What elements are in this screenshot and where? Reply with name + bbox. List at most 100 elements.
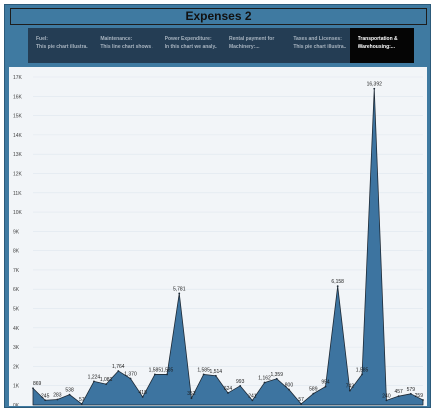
y-tick-label: 4K	[13, 326, 20, 332]
data-label: 6,158	[331, 279, 344, 285]
tab-fuel-title: Fuel:	[36, 36, 48, 42]
data-point[interactable]	[397, 395, 400, 398]
data-label: 240	[382, 393, 391, 399]
tab-taxes-title: Taxes and Licenses:	[293, 36, 342, 42]
y-tick-label: 13K	[13, 152, 23, 158]
data-point[interactable]	[288, 388, 290, 391]
data-point[interactable]	[422, 399, 424, 401]
data-point[interactable]	[80, 403, 83, 405]
y-tick-label: 11K	[13, 191, 22, 197]
data-label: 1,585	[197, 367, 210, 373]
data-label: 241	[248, 393, 257, 399]
data-point[interactable]	[32, 387, 34, 390]
data-label: 800	[285, 383, 294, 389]
data-point[interactable]	[44, 399, 47, 402]
tab-power-caption: In this chart we analy...	[164, 44, 217, 50]
dashboard-frame: Expenses 2 Fuel: This pie chart illustra…	[4, 4, 431, 408]
tab-transport-title: Transportation &	[357, 36, 398, 42]
data-label: 57	[298, 397, 304, 403]
y-tick-label: 9K	[13, 229, 20, 235]
data-label: 624	[224, 386, 233, 392]
tab-maintenance-title: Maintenance:	[100, 36, 133, 42]
data-point[interactable]	[105, 383, 108, 386]
data-label: 993	[236, 379, 245, 385]
y-tick-label: 17K	[13, 75, 23, 81]
tab-rental-title: Rental payment for	[228, 36, 275, 42]
data-point[interactable]	[300, 403, 303, 405]
data-point[interactable]	[251, 399, 254, 402]
tab-fuel-caption: This pie chart illustra...	[36, 44, 89, 50]
data-label: 1,359	[270, 372, 283, 378]
data-label: 1,514	[210, 369, 223, 375]
data-point[interactable]	[190, 397, 193, 400]
data-label: 869	[33, 381, 42, 387]
tab-maintenance[interactable]: Maintenance: This line chart shows ...	[92, 28, 156, 63]
data-label: 1,585	[161, 367, 174, 373]
data-label: 1,764	[112, 364, 125, 370]
data-label: 283	[53, 393, 62, 399]
data-point[interactable]	[409, 392, 412, 395]
data-label: 259	[415, 393, 424, 399]
y-tick-label: 12K	[13, 171, 23, 177]
story-tab-strip: Fuel: This pie chart illustra... Mainten…	[28, 28, 414, 63]
data-point[interactable]	[312, 392, 315, 395]
data-label: 589	[309, 387, 318, 393]
data-point[interactable]	[373, 87, 376, 90]
y-tick-label: 1K	[13, 384, 20, 390]
data-point[interactable]	[324, 385, 327, 388]
data-point[interactable]	[93, 380, 95, 383]
data-point[interactable]	[263, 381, 266, 384]
y-tick-label: 5K	[13, 307, 20, 313]
data-label: 352	[187, 391, 196, 397]
data-label: 1,585	[149, 367, 162, 373]
tab-fuel[interactable]: Fuel: This pie chart illustra...	[28, 28, 92, 63]
data-point[interactable]	[227, 392, 229, 394]
tab-power-expenditure[interactable]: Power Expenditure: In this chart we anal…	[157, 28, 221, 63]
tab-transportation-warehousing[interactable]: Transportation & Warehousing:...	[349, 28, 414, 63]
y-axis: 0K 1K 2K 3K 4K 5K 6K 7K 8K 9K 10K 11K 12K 13K 14K 15K 16…	[13, 75, 23, 406]
tab-rental-payment[interactable]: Rental payment for Machinery:...	[221, 28, 285, 63]
data-label: 1,162	[258, 376, 271, 382]
data-point[interactable]	[178, 292, 181, 295]
data-point[interactable]	[214, 374, 217, 377]
y-tick-label: 0K	[13, 403, 20, 406]
area-chart: 0K 1K 2K 3K 4K 5K 6K 7K 8K 9K 10K 11K 12K 13K 14K 15K 16…	[13, 75, 424, 406]
chart-panel: 0K 1K 2K 3K 4K 5K 6K 7K 8K 9K 10K 11K 12K 13K 14K 15K 16…	[9, 67, 427, 406]
data-label: 1,081	[100, 377, 113, 383]
data-point[interactable]	[361, 373, 363, 376]
tab-taxes-caption: This pie chart illustra...	[293, 44, 346, 50]
y-tick-label: 16K	[13, 94, 23, 100]
data-point[interactable]	[68, 393, 71, 396]
y-tick-label: 6K	[13, 287, 20, 293]
data-label: 418	[139, 390, 148, 396]
y-tick-label: 8K	[13, 249, 20, 255]
data-point[interactable]	[348, 389, 351, 392]
data-point[interactable]	[275, 377, 278, 380]
data-point[interactable]	[141, 396, 144, 398]
data-label: 5,781	[173, 286, 186, 292]
data-label: 16,392	[367, 82, 383, 88]
data-point[interactable]	[239, 384, 242, 387]
data-point[interactable]	[166, 373, 168, 376]
data-point[interactable]	[117, 370, 120, 372]
tab-rental-caption: Machinery:...	[228, 44, 260, 50]
data-label: 1,224	[88, 374, 101, 380]
data-point[interactable]	[336, 285, 339, 288]
data-label: 954	[321, 380, 330, 386]
data-label: 742	[346, 384, 355, 390]
data-point[interactable]	[153, 373, 156, 376]
data-label: 57	[79, 397, 85, 403]
y-tick-label: 15K	[13, 114, 23, 120]
data-point[interactable]	[385, 399, 388, 402]
tab-taxes-licenses[interactable]: Taxes and Licenses: This pie chart illus…	[285, 28, 349, 63]
series	[32, 87, 424, 406]
y-tick-label: 7K	[13, 268, 20, 274]
data-point[interactable]	[56, 398, 59, 401]
data-label: 245	[41, 393, 50, 399]
data-label: 1,370	[124, 372, 137, 378]
area-series[interactable]	[32, 88, 424, 406]
data-label: 457	[394, 389, 403, 395]
data-point[interactable]	[129, 377, 132, 380]
data-point[interactable]	[202, 373, 205, 376]
y-tick-label: 3K	[13, 345, 20, 351]
